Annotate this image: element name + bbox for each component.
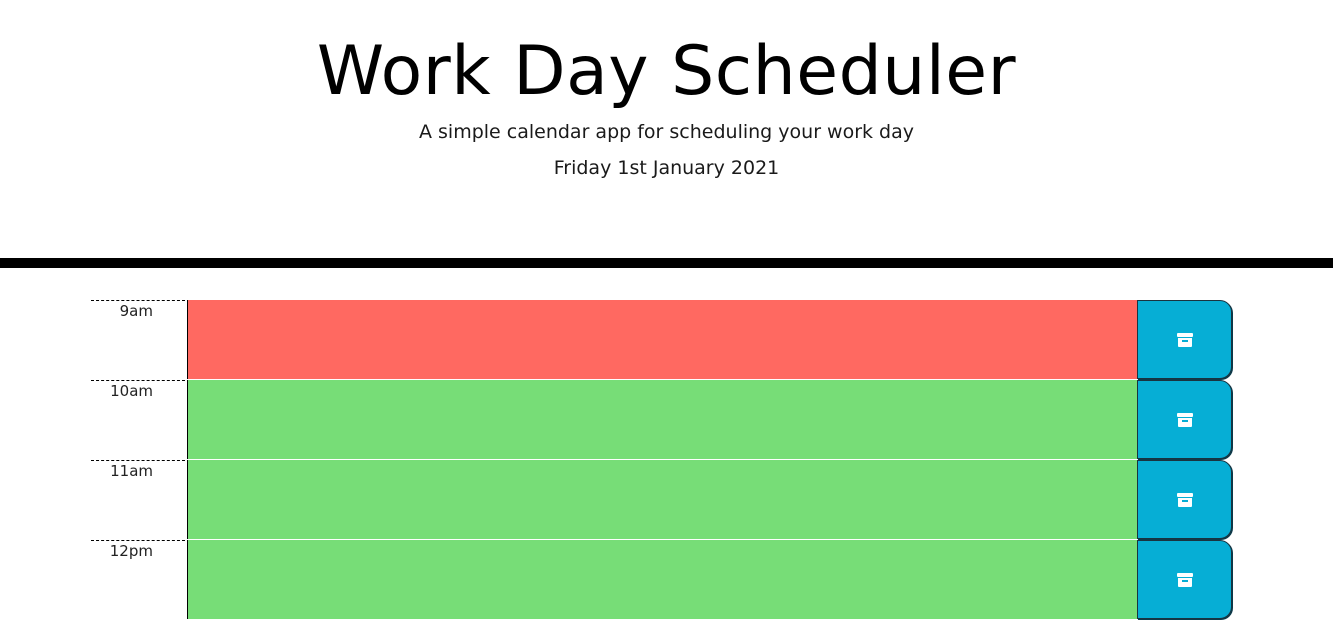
header: Work Day Scheduler A simple calendar app…	[0, 0, 1333, 268]
time-block-row: 9am	[91, 300, 1232, 380]
save-button[interactable]	[1137, 300, 1232, 379]
page-subtitle: A simple calendar app for scheduling you…	[418, 121, 915, 143]
hour-label: 9am	[91, 300, 185, 379]
event-description-input[interactable]	[187, 460, 1137, 539]
archive-icon	[1176, 492, 1193, 507]
archive-icon	[1176, 572, 1193, 587]
save-button[interactable]	[1137, 380, 1232, 459]
event-description-input[interactable]	[187, 540, 1137, 619]
hour-label: 10am	[91, 380, 185, 459]
time-block-row: 10am	[91, 380, 1232, 460]
archive-icon	[1176, 332, 1193, 347]
current-day: Friday 1st January 2021	[553, 157, 780, 179]
archive-icon	[1176, 412, 1193, 427]
event-description-input[interactable]	[187, 380, 1137, 459]
time-block-row: 12pm	[91, 540, 1232, 620]
hour-label: 11am	[91, 460, 185, 539]
hour-label: 12pm	[91, 540, 185, 619]
time-block-row: 11am	[91, 460, 1232, 540]
save-button[interactable]	[1137, 540, 1232, 619]
page-title: Work Day Scheduler	[316, 32, 1017, 111]
event-description-input[interactable]	[187, 300, 1137, 379]
save-button[interactable]	[1137, 460, 1232, 539]
timeblock-container: 9am 10am 11am 12pm	[91, 300, 1232, 620]
